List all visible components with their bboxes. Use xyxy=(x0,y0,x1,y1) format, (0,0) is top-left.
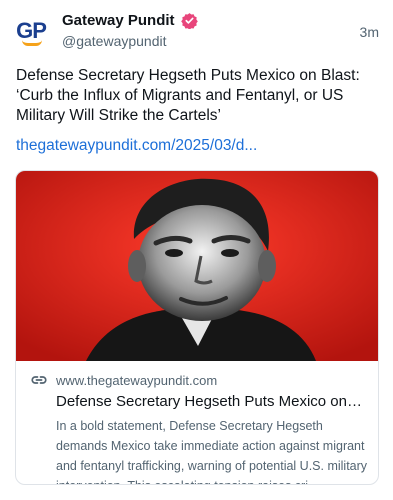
article-photo[interactable] xyxy=(16,171,379,361)
author-handle[interactable]: @gatewaypundit xyxy=(62,33,167,49)
avatar[interactable]: GP xyxy=(14,14,48,48)
display-name[interactable]: Gateway Pundit xyxy=(62,12,175,29)
card-domain: www.thegatewaypundit.com xyxy=(56,372,218,388)
card-domain-row: www.thegatewaypundit.com xyxy=(30,371,364,389)
post-timestamp[interactable]: 3m xyxy=(360,24,379,40)
card-body: www.thegatewaypundit.com Defense Secreta… xyxy=(16,361,378,484)
link-icon xyxy=(31,376,47,384)
author-name-row: Gateway Pundit xyxy=(62,12,198,29)
link-preview-card[interactable]: www.thegatewaypundit.com Defense Secreta… xyxy=(15,170,379,485)
verified-badge-icon xyxy=(180,13,198,29)
avatar-text: GP xyxy=(16,18,47,43)
post-link[interactable]: thegatewaypundit.com/2025/03/d... xyxy=(16,137,257,155)
card-description: In a bold statement, Defense Secretary H… xyxy=(56,419,368,484)
card-title[interactable]: Defense Secretary Hegseth Puts Mexico on… xyxy=(56,393,366,410)
avatar-swoosh xyxy=(22,40,42,46)
post-text: Defense Secretary Hegseth Puts Mexico on… xyxy=(16,67,360,124)
